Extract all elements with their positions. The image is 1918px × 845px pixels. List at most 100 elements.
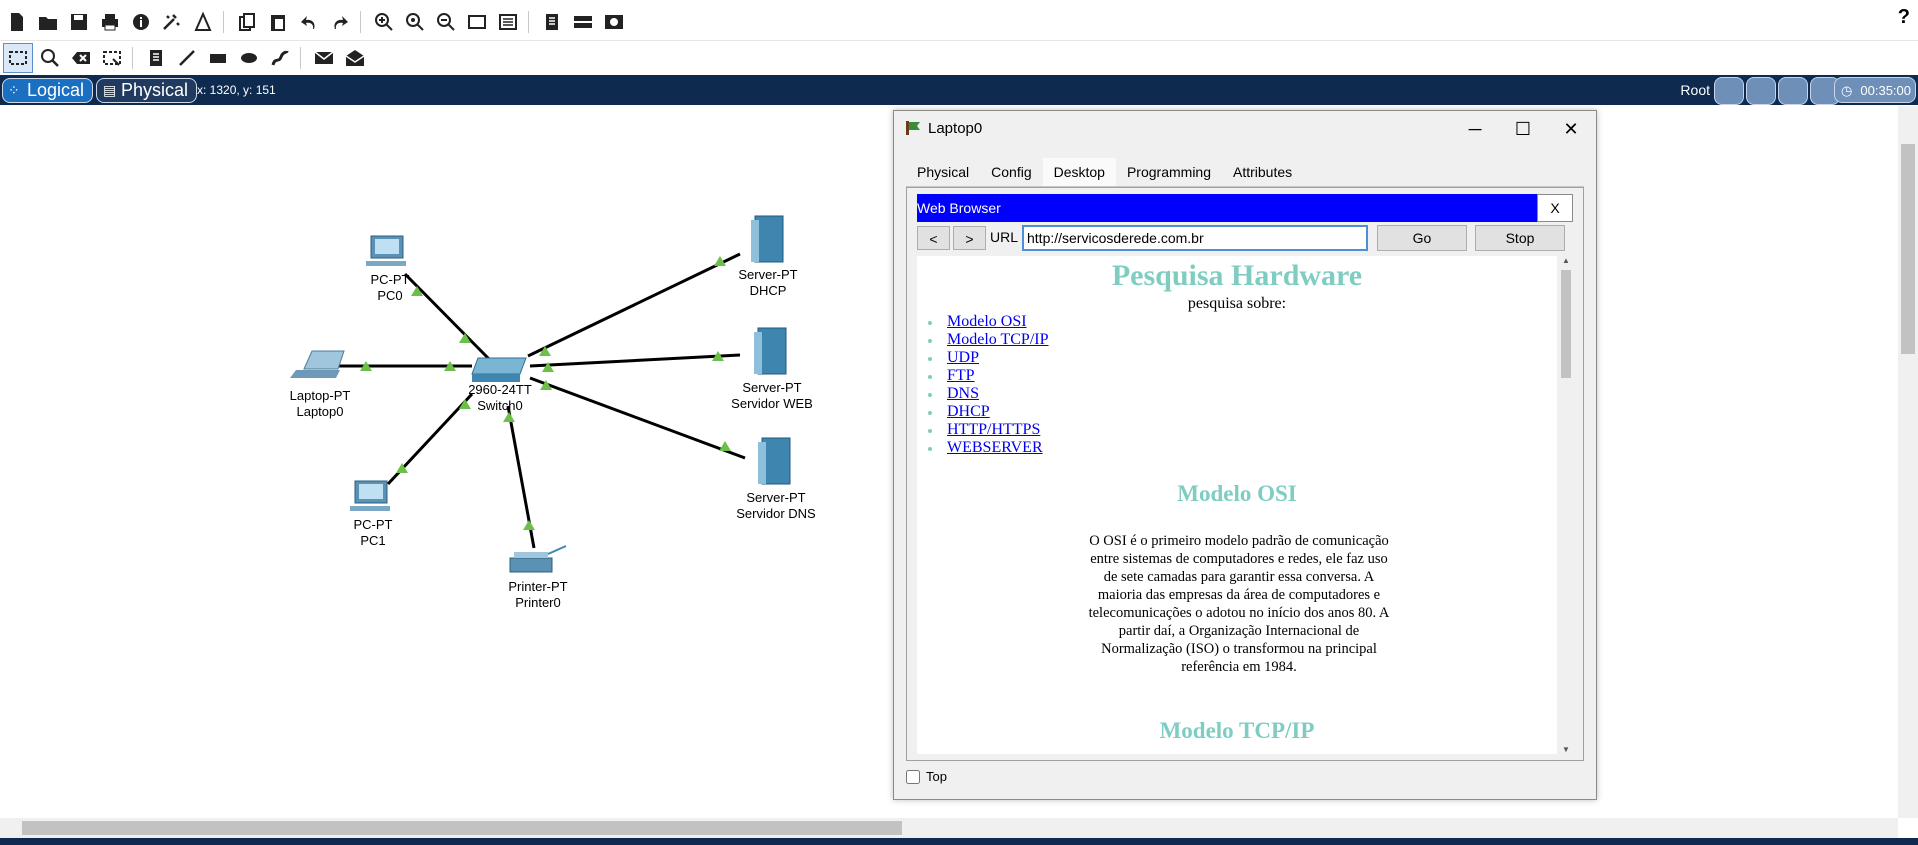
new-file-icon[interactable]: [3, 8, 31, 36]
list-item: WEBSERVER: [928, 439, 1049, 457]
select-icon[interactable]: [3, 43, 33, 73]
maximize-button[interactable]: ☐: [1500, 115, 1546, 143]
add-simple-pdu-icon[interactable]: [310, 44, 338, 72]
tab-programming[interactable]: Programming: [1116, 158, 1222, 186]
pc0-icon[interactable]: [366, 235, 406, 266]
delete-icon[interactable]: [67, 44, 95, 72]
printer0-icon[interactable]: [509, 545, 567, 573]
undo-icon[interactable]: [295, 8, 323, 36]
custom-device-icon[interactable]: [494, 8, 522, 36]
zoom-in-icon[interactable]: [370, 8, 398, 36]
back-to-parent-icon[interactable]: [1714, 77, 1744, 105]
link-modelo-osi[interactable]: Modelo OSI: [947, 313, 1027, 330]
page-vertical-scrollbar[interactable]: ▲ ▼: [1559, 256, 1573, 754]
cursor-coords: x: 1320, y: 151: [197, 83, 276, 97]
logical-icon: ⁘: [8, 82, 20, 98]
link-ftp[interactable]: FTP: [947, 367, 975, 384]
freeform-icon[interactable]: [266, 44, 294, 72]
tab-config[interactable]: Config: [980, 158, 1042, 186]
toolbar-separator: [223, 11, 224, 33]
link-web-switch[interactable]: [529, 353, 741, 368]
draw-ellipse-icon[interactable]: [235, 44, 263, 72]
scroll-down-icon[interactable]: ▼: [1562, 745, 1570, 754]
switch0-type: 2960-24TT: [468, 382, 532, 397]
scrollbar-thumb[interactable]: [1561, 270, 1571, 378]
draw-rectangle-icon[interactable]: [204, 44, 232, 72]
paste-icon[interactable]: [264, 8, 292, 36]
browser-back-button[interactable]: <: [917, 226, 950, 250]
close-window-button[interactable]: ✕: [1548, 115, 1594, 143]
clock-display[interactable]: ◷ 00:35:00: [1834, 77, 1916, 103]
link-dhcp-switch[interactable]: [527, 252, 741, 358]
activity-wizard-icon[interactable]: [158, 8, 186, 36]
save-icon[interactable]: [65, 8, 93, 36]
laptop0-icon[interactable]: [290, 350, 345, 378]
zoom-out-icon[interactable]: [432, 8, 460, 36]
redo-icon[interactable]: [326, 8, 354, 36]
pc1-icon[interactable]: [350, 480, 390, 511]
drawing-palette-icon[interactable]: [463, 8, 491, 36]
cloud-icon[interactable]: [1746, 77, 1776, 105]
web-browser-close-button[interactable]: X: [1537, 194, 1573, 222]
top-checkbox-row[interactable]: Top: [906, 769, 947, 784]
link-udp[interactable]: UDP: [947, 349, 979, 366]
browser-forward-button[interactable]: >: [953, 226, 986, 250]
browser-stop-button[interactable]: Stop: [1475, 225, 1565, 251]
screenshot-icon[interactable]: [600, 8, 628, 36]
logical-label: Logical: [27, 80, 85, 100]
canvas-horizontal-scrollbar[interactable]: [0, 818, 1898, 838]
tab-desktop[interactable]: Desktop: [1042, 158, 1116, 189]
draw-line-icon[interactable]: [173, 44, 201, 72]
page-subtitle: pesquisa sobre:: [1187, 295, 1287, 312]
place-note-icon[interactable]: [142, 44, 170, 72]
link-dhcp[interactable]: DHCP: [947, 403, 990, 420]
print-icon[interactable]: [96, 8, 124, 36]
link-status-up-icon: [719, 441, 731, 451]
network-info-icon[interactable]: [189, 8, 217, 36]
add-complex-pdu-icon[interactable]: [341, 44, 369, 72]
url-input[interactable]: [1022, 225, 1368, 251]
link-dns-switch[interactable]: [529, 376, 746, 460]
canvas-vertical-scrollbar[interactable]: [1898, 106, 1918, 818]
link-pc0-switch[interactable]: [403, 272, 492, 362]
workspace-bar: ⁘ Logical ▤ Physical x: 1320, y: 151 Roo…: [0, 75, 1918, 105]
logical-mode-button[interactable]: ⁘ Logical: [2, 78, 94, 103]
browser-page-view[interactable]: Pesquisa Hardware pesquisa sobre: Modelo…: [917, 256, 1557, 754]
switch0-icon[interactable]: [471, 357, 527, 382]
dhcp-server-icon[interactable]: [751, 215, 784, 263]
info-icon[interactable]: [127, 8, 155, 36]
url-label: URL: [990, 229, 1019, 245]
tab-physical[interactable]: Physical: [906, 158, 980, 186]
dns-server-icon[interactable]: [758, 437, 791, 485]
top-checkbox[interactable]: [906, 769, 920, 784]
browser-go-button[interactable]: Go: [1377, 225, 1467, 251]
inspect-icon[interactable]: [36, 44, 64, 72]
printer0-label: Printer-PT Printer0: [508, 579, 567, 611]
scroll-up-icon[interactable]: ▲: [1562, 256, 1570, 265]
device-template-icon[interactable]: [569, 8, 597, 36]
zoom-reset-icon[interactable]: [401, 8, 429, 36]
link-modelo-tcpip[interactable]: Modelo TCP/IP: [947, 331, 1049, 348]
packet-tracer-icon: [906, 121, 920, 135]
link-webserver[interactable]: WEBSERVER: [947, 439, 1043, 456]
dns-name: Servidor DNS: [736, 506, 816, 521]
copy-icon[interactable]: [233, 8, 261, 36]
scrollbar-thumb[interactable]: [22, 821, 902, 835]
link-http-https[interactable]: HTTP/HTTPS: [947, 421, 1040, 438]
toolbar-separator: [528, 11, 529, 33]
scrollbar-thumb[interactable]: [1901, 144, 1915, 354]
minimize-button[interactable]: ─: [1452, 115, 1498, 143]
window-title: Laptop0: [928, 120, 983, 137]
physical-mode-button[interactable]: ▤ Physical: [96, 78, 198, 103]
web-server-icon[interactable]: [754, 327, 787, 375]
notes-icon[interactable]: [538, 8, 566, 36]
tab-attributes[interactable]: Attributes: [1222, 158, 1303, 186]
move-object-icon[interactable]: [1778, 77, 1808, 105]
link-dns[interactable]: DNS: [947, 385, 979, 402]
laptop0-window[interactable]: Laptop0 ─ ☐ ✕ Physical Config Desktop Pr…: [893, 110, 1597, 800]
help-icon[interactable]: ?: [1898, 6, 1910, 29]
main-toolbar: [0, 6, 1918, 38]
resize-shape-icon[interactable]: [98, 44, 126, 72]
open-folder-icon[interactable]: [34, 8, 62, 36]
dns-type: Server-PT: [746, 490, 806, 505]
